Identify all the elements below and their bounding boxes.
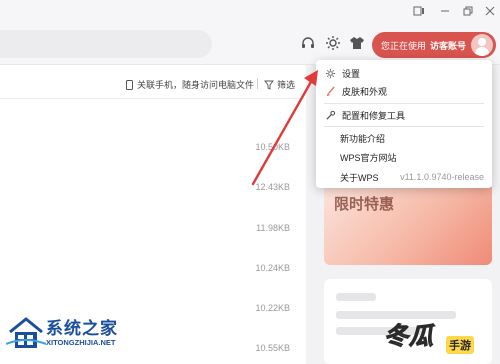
wrench-icon [324, 109, 336, 121]
search-input[interactable] [0, 30, 212, 58]
title-bar [0, 0, 500, 24]
account-name: 访客账号 [430, 40, 467, 51]
menu-item-label: WPS官方网站 [340, 152, 397, 163]
file-size: 10.55KB [255, 343, 290, 353]
watermark-dongua: 冬瓜 手游 [384, 316, 496, 360]
watermark-right-text: 冬瓜 [384, 323, 434, 351]
settings-menu: 设置 皮肤和外观 配置和修复工具 新功能介绍 WPS官方网站 关于WPS v11… [316, 60, 492, 188]
headset-icon[interactable] [299, 34, 317, 52]
phone-link[interactable]: 关联手机，随身访问电脑文件 [126, 78, 254, 91]
close-icon[interactable] [483, 4, 497, 18]
file-size: 10.50KB [255, 142, 290, 152]
phone-link-label: 关联手机，随身访问电脑文件 [137, 80, 255, 90]
filter-separator [257, 78, 258, 89]
menu-item-label: 皮肤和外观 [342, 86, 388, 97]
menu-item-label: 设置 [342, 68, 361, 79]
promo-banner-title: 限时特惠 [334, 196, 395, 213]
placeholder-line [336, 293, 376, 301]
menu-item-repair-tools[interactable]: 配置和修复工具 [316, 105, 492, 125]
account-prefix: 您正在使用 [381, 40, 427, 51]
brush-icon [324, 85, 336, 97]
filter-button[interactable]: 筛选 [264, 78, 295, 91]
watermark-en-text: XITONGZHIJIA.NET [46, 338, 116, 347]
file-size: 11.98KB [256, 223, 290, 233]
minimize-icon[interactable] [438, 4, 452, 18]
watermark-right-sub: 手游 [446, 336, 474, 354]
version-label: v11.1.0.9740-release [400, 172, 484, 182]
phone-icon [126, 79, 133, 90]
house-logo-icon [6, 317, 46, 348]
filter-bar: 关联手机，随身访问电脑文件 筛选 [0, 72, 305, 96]
menu-item-label: 配置和修复工具 [342, 110, 406, 121]
gear-icon[interactable] [324, 34, 342, 52]
menu-item-skin[interactable]: 皮肤和外观 [316, 81, 492, 101]
watermark-cn-text: 系统之家 [46, 319, 118, 338]
menu-item-label: 新功能介绍 [340, 133, 386, 144]
file-size: 10.24KB [255, 263, 290, 273]
square-dot-icon[interactable] [412, 4, 426, 18]
menu-item-new-features[interactable]: 新功能介绍 [316, 128, 492, 148]
restore-icon[interactable] [461, 4, 475, 18]
filter-icon [264, 80, 274, 90]
menu-item-official-site[interactable]: WPS官方网站 [316, 147, 492, 167]
top-toolbar: 您正在使用 访客账号 [0, 24, 500, 64]
gear-icon [324, 67, 336, 79]
filter-label: 筛选 [277, 80, 296, 90]
menu-separator [324, 103, 484, 104]
watermark-xitongzhijia: 系统之家 XITONGZHIJIA.NET [6, 312, 166, 360]
menu-item-label: 关于WPS [340, 172, 379, 183]
account-button[interactable]: 您正在使用 访客账号 [372, 32, 496, 58]
shirt-icon[interactable] [348, 34, 366, 52]
list-header-divider [0, 98, 305, 99]
menu-item-settings[interactable]: 设置 [316, 63, 492, 83]
menu-item-about[interactable]: 关于WPS v11.1.0.9740-release [316, 167, 492, 187]
file-size: 10.22KB [255, 303, 290, 313]
file-size: 12.43KB [255, 182, 290, 192]
avatar[interactable] [471, 34, 493, 56]
menu-separator [324, 126, 484, 127]
promo-banner: 限时特惠 [324, 187, 492, 265]
